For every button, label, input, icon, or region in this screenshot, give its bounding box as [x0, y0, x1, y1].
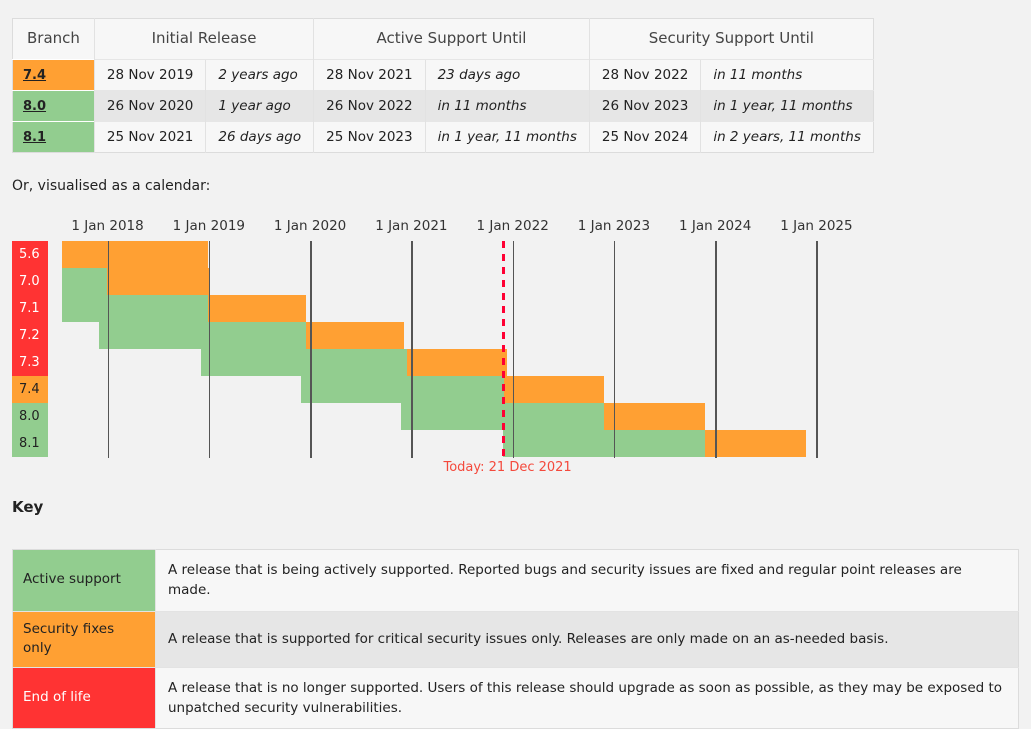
initial-release-date: 25 Nov 2021 [93, 121, 206, 153]
header-branch: Branch [12, 18, 95, 60]
security-support-date: 26 Nov 2023 [588, 90, 701, 122]
calendar-year-tick-1-jan-2023: 1 Jan 2023 [577, 218, 651, 234]
release-table-body: 7.4 28 Nov 2019 2 years ago 28 Nov 2021 23 d… [12, 59, 874, 153]
calendar-gridline-1-jan-2022 [512, 241, 515, 458]
calendar-bar-7.4-active [300, 376, 504, 403]
key-row: Active support A release that is being ac… [12, 549, 1019, 611]
table-row: 8.1 25 Nov 2021 26 days ago 25 Nov 2023 in 1… [12, 121, 874, 153]
calendar-row-5.6 [62, 241, 862, 268]
calendar-today-caption: Today: 21 Dec 2021 [443, 460, 572, 475]
key-table-body: Active support A release that is being ac… [12, 549, 1019, 729]
active-support-relative: 23 days ago [424, 59, 590, 91]
calendar-branch-label-8.0: 8.0 [12, 403, 48, 430]
calendar-bar-7.3-security [407, 349, 507, 376]
branch-link-8.1[interactable]: 8.1 [23, 130, 46, 145]
calendar-gridline-1-jan-2024 [715, 241, 717, 458]
key-swatch-end-of-life: End of life [12, 666, 156, 729]
key-description-security-fixes: A release that is supported for critical… [155, 610, 1019, 668]
calendar-bar-7.2-active [99, 322, 307, 349]
security-support-date: 28 Nov 2022 [588, 59, 701, 91]
branch-cell-8.1[interactable]: 8.1 [12, 121, 95, 153]
branch-link-8.0[interactable]: 8.0 [23, 99, 46, 114]
calendar-branch-label-7.2: 7.2 [12, 322, 48, 349]
calendar-row-7.3 [62, 349, 862, 376]
calendar-row-7.4 [62, 376, 862, 403]
calendar-plot-area [62, 241, 862, 458]
key-swatch-active-support: Active support [12, 549, 156, 611]
branch-link-7.4[interactable]: 7.4 [23, 68, 46, 83]
key-swatch-security-fixes: Security fixes only [12, 610, 156, 668]
initial-release-relative: 2 years ago [205, 59, 314, 91]
security-support-relative: in 11 months [700, 59, 874, 91]
calendar-row-8.0 [62, 403, 862, 430]
calendar-bar-7.0-security [106, 268, 209, 295]
active-support-relative: in 1 year, 11 months [424, 121, 590, 153]
calendar-row-7.1 [62, 295, 862, 322]
calendar-branch-label-7.3: 7.3 [12, 349, 48, 376]
security-support-relative: in 1 year, 11 months [700, 90, 874, 122]
active-support-date: 26 Nov 2022 [313, 90, 426, 122]
calendar-bar-8.1-security [705, 430, 807, 457]
calendar-branch-label-7.4: 7.4 [12, 376, 48, 403]
calendar-gridline-1-jan-2020 [310, 241, 312, 458]
calendar-today-line [501, 241, 505, 458]
active-support-relative: in 11 months [424, 90, 590, 122]
table-row: 7.4 28 Nov 2019 2 years ago 28 Nov 2021 23 d… [12, 59, 874, 91]
branch-cell-7.4[interactable]: 7.4 [12, 59, 95, 91]
security-support-date: 25 Nov 2024 [588, 121, 701, 153]
calendar-year-tick-1-jan-2025: 1 Jan 2025 [780, 218, 853, 234]
branch-cell-8.0[interactable]: 8.0 [12, 90, 95, 122]
calendar-bar-7.1-active [62, 295, 208, 322]
calendar-bar-7.2-security [306, 322, 405, 349]
header-security-support-until: Security Support Until [588, 18, 874, 60]
calendar-row-7.0 [62, 268, 862, 295]
calendar-year-tick-1-jan-2019: 1 Jan 2019 [172, 218, 245, 234]
header-active-support-until: Active Support Until [313, 18, 590, 60]
active-support-date: 28 Nov 2021 [313, 59, 426, 91]
release-support-table: Branch Initial Release Active Support Un… [12, 18, 874, 153]
release-calendar-chart: 5.6 7.0 7.1 7.2 7.3 7.4 8.0 8.1 1 Jan 2018 1 Jan… [0, 218, 1031, 483]
calendar-branch-label-8.1: 8.1 [12, 430, 48, 457]
key-table: Active support A release that is being ac… [12, 549, 1019, 729]
table-row: 8.0 26 Nov 2020 1 year ago 26 Nov 2022 in 11… [12, 90, 874, 122]
calendar-row-8.1 [62, 430, 862, 457]
calendar-year-tick-1-jan-2018: 1 Jan 2018 [71, 218, 144, 234]
header-initial-release: Initial Release [93, 18, 314, 60]
calendar-year-tick-1-jan-2022: 1 Jan 2022 [476, 218, 549, 234]
key-description-active-support: A release that is being actively support… [155, 549, 1019, 611]
active-support-date: 25 Nov 2023 [313, 121, 426, 153]
calendar-bar-7.1-security [207, 295, 307, 322]
calendar-year-tick-1-jan-2020: 1 Jan 2020 [273, 218, 347, 234]
calendar-year-tick-1-jan-2021: 1 Jan 2021 [375, 218, 448, 234]
calendar-branch-label-7.1: 7.1 [12, 295, 48, 322]
calendar-bar-7.3-active [200, 349, 408, 376]
key-description-end-of-life: A release that is no longer supported. U… [155, 666, 1019, 729]
calendar-caption: Or, visualised as a calendar: [12, 178, 211, 194]
calendar-bar-7.4-security [503, 376, 604, 403]
calendar-branch-label-7.0: 7.0 [12, 268, 48, 295]
security-support-relative: in 2 years, 11 months [700, 121, 874, 153]
key-row: End of life A release that is no longer s… [12, 666, 1019, 729]
calendar-gridline-1-jan-2025 [816, 241, 818, 458]
key-row: Security fixes only A release that is sup… [12, 610, 1019, 668]
calendar-gridline-1-jan-2019 [208, 241, 211, 458]
calendar-bar-5.6-security [62, 241, 208, 268]
calendar-bar-8.1-active [502, 430, 706, 457]
initial-release-date: 26 Nov 2020 [93, 90, 206, 122]
calendar-year-tick-1-jan-2024: 1 Jan 2024 [678, 218, 752, 234]
calendar-row-7.2 [62, 322, 862, 349]
calendar-gridline-1-jan-2018 [107, 241, 110, 458]
initial-release-date: 28 Nov 2019 [93, 59, 206, 91]
calendar-bar-8.0-security [603, 403, 706, 430]
key-heading: Key [12, 498, 44, 516]
calendar-gridline-1-jan-2021 [411, 241, 413, 458]
release-table-header-row: Branch Initial Release Active Support Un… [12, 18, 874, 60]
calendar-branch-labels: 5.6 7.0 7.1 7.2 7.3 7.4 8.0 8.1 [12, 241, 48, 457]
calendar-branch-label-5.6: 5.6 [12, 241, 48, 268]
calendar-bar-7.0-active [62, 268, 107, 295]
initial-release-relative: 26 days ago [205, 121, 314, 153]
calendar-gridline-1-jan-2023 [613, 241, 616, 458]
release-table-head: Branch Initial Release Active Support Un… [12, 18, 874, 60]
initial-release-relative: 1 year ago [205, 90, 314, 122]
